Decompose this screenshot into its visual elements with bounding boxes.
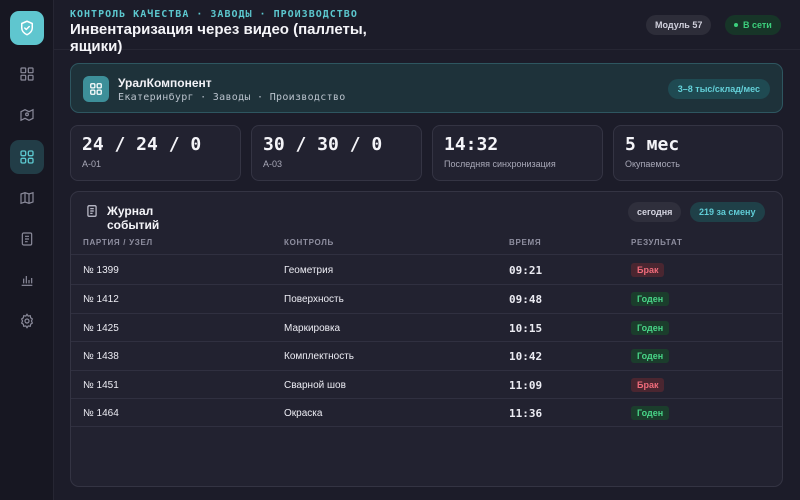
time-cell: 11:09: [509, 379, 543, 392]
map-pin-icon: [20, 108, 34, 122]
stat-value: 30 / 30 / 0: [263, 134, 383, 155]
stat-label: Последняя синхронизация: [444, 159, 556, 169]
company-icon: [83, 76, 109, 102]
bar-chart-icon: [21, 276, 33, 286]
document-icon: [87, 205, 97, 217]
result-badge: Годен: [631, 406, 670, 420]
online-status-label: В сети: [743, 20, 772, 30]
stat-card: 30 / 30 / 0 A-03: [251, 125, 422, 181]
result-badge: Годен: [631, 292, 670, 306]
column-header-check[interactable]: КОНТРОЛЬ: [284, 238, 334, 247]
gear-icon: [20, 313, 34, 329]
batch-cell: № 1451: [83, 380, 119, 391]
table-row[interactable]: № 1399 Геометрия 09:21 Брак: [71, 256, 782, 284]
online-status-badge: В сети: [725, 15, 781, 35]
sidebar-item-grid[interactable]: [10, 57, 44, 91]
page-title: Инвентаризация через видео (паллеты, ящи…: [70, 21, 367, 55]
filter-today-button[interactable]: сегодня: [628, 202, 682, 222]
app-logo[interactable]: [10, 11, 44, 45]
stat-label: A-01: [82, 159, 102, 169]
batch-cell: № 1412: [83, 294, 119, 305]
stat-value: 5 мес: [625, 134, 680, 155]
stat-label: A-03: [263, 159, 283, 169]
module-badge: Модуль 57: [646, 15, 712, 35]
table-row[interactable]: № 1438 Комплектность 10:42 Годен: [71, 342, 782, 370]
batch-cell: № 1438: [83, 351, 119, 362]
result-badge: Годен: [631, 349, 670, 363]
check-cell: Комплектность: [284, 351, 355, 362]
column-header-batch[interactable]: ПАРТИЯ / УЗЕЛ: [83, 238, 153, 247]
stat-card: 24 / 24 / 0 A-01: [70, 125, 241, 181]
grid-icon: [20, 67, 34, 81]
dashboard-icon: [20, 150, 34, 164]
table-row[interactable]: № 1425 Маркировка 10:15 Годен: [71, 314, 782, 342]
batch-cell: № 1425: [83, 323, 119, 334]
check-cell: Геометрия: [284, 265, 334, 276]
time-cell: 11:36: [509, 407, 543, 420]
dashboard-icon: [90, 83, 102, 95]
breadcrumb: КОНТРОЛЬ КАЧЕСТВА · ЗАВОДЫ · ПРОИЗВОДСТВ…: [70, 9, 358, 20]
sidebar-item-documents[interactable]: [10, 222, 44, 256]
map-icon: [20, 191, 34, 205]
time-cell: 09:21: [509, 264, 543, 277]
result-badge: Брак: [631, 263, 665, 277]
company-name: УралКомпонент: [118, 76, 212, 90]
sidebar-item-settings[interactable]: [10, 304, 44, 338]
sidebar-item-map[interactable]: [10, 181, 44, 215]
check-cell: Поверхность: [284, 294, 344, 305]
divider: [71, 254, 782, 255]
batch-cell: № 1399: [83, 265, 119, 276]
time-cell: 10:15: [509, 322, 543, 335]
check-cell: Маркировка: [284, 323, 341, 334]
shield-check-icon: [21, 20, 33, 36]
events-title: Журнал событий: [107, 204, 160, 232]
sidebar-item-locations[interactable]: [10, 98, 44, 132]
table-row[interactable]: № 1451 Сварной шов 11:09 Брак: [71, 371, 782, 399]
status-dot-icon: [734, 23, 738, 27]
sidebar: [0, 0, 54, 500]
column-header-result[interactable]: РЕЗУЛЬТАТ: [631, 238, 683, 247]
time-cell: 09:48: [509, 293, 543, 306]
document-icon: [21, 232, 33, 246]
events-panel: Журнал событий сегодня 219 за смену ПАРТ…: [70, 191, 783, 487]
stat-value: 14:32: [444, 134, 499, 155]
sidebar-item-analytics[interactable]: [10, 263, 44, 297]
stat-card: 5 мес Окупаемость: [613, 125, 783, 181]
table-row[interactable]: № 1412 Поверхность 09:48 Годен: [71, 285, 782, 313]
check-cell: Окраска: [284, 408, 323, 419]
stat-value: 24 / 24 / 0: [82, 134, 202, 155]
result-badge: Годен: [631, 321, 670, 335]
company-card[interactable]: УралКомпонент Екатеринбург · Заводы · Пр…: [70, 63, 783, 113]
shift-count-badge: 219 за смену: [690, 202, 765, 222]
sidebar-item-dashboard[interactable]: [10, 140, 44, 174]
column-header-time[interactable]: ВРЕМЯ: [509, 238, 541, 247]
batch-cell: № 1464: [83, 408, 119, 419]
table-row[interactable]: № 1464 Окраска 11:36 Годен: [71, 399, 782, 427]
check-cell: Сварной шов: [284, 380, 346, 391]
page-header: КОНТРОЛЬ КАЧЕСТВА · ЗАВОДЫ · ПРОИЗВОДСТВ…: [54, 0, 800, 55]
divider: [71, 426, 782, 427]
stat-card: 14:32 Последняя синхронизация: [432, 125, 603, 181]
result-badge: Брак: [631, 378, 665, 392]
stat-label: Окупаемость: [625, 159, 680, 169]
time-cell: 10:42: [509, 350, 543, 363]
company-subtitle: Екатеринбург · Заводы · Производство: [118, 92, 346, 103]
pricing-badge: 3–8 тыс/склад/мес: [667, 79, 770, 99]
